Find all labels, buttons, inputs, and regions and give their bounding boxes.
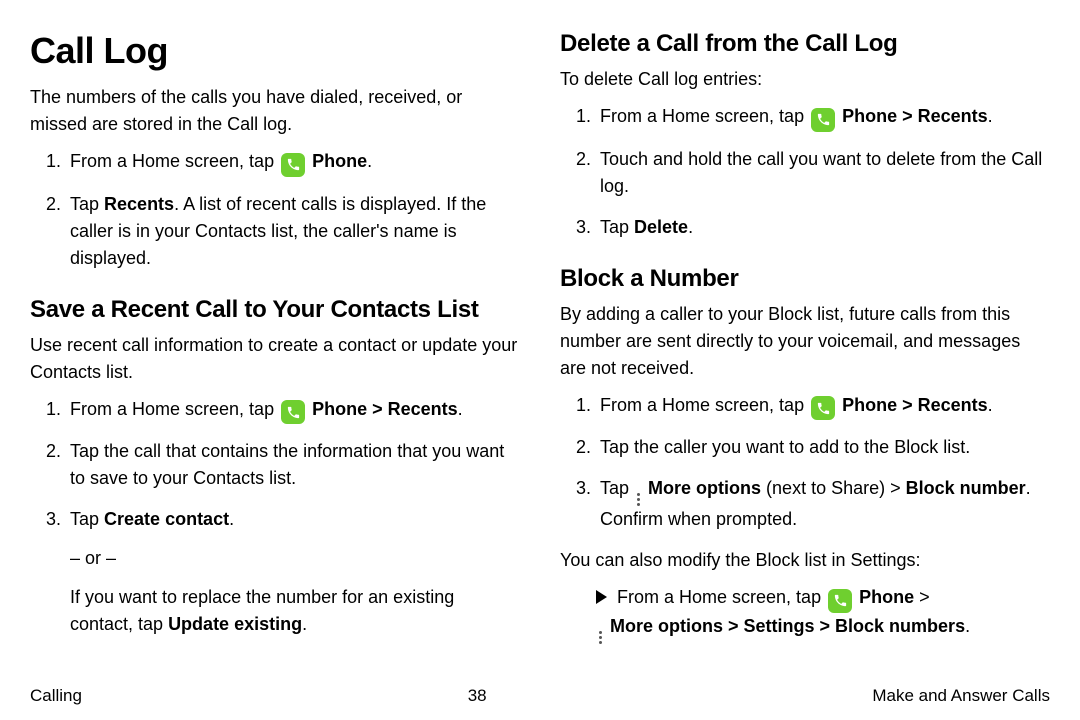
heading-block: Block a Number [560,265,1050,293]
more-options-icon [599,631,602,644]
step-1: From a Home screen, tap Phone. [66,148,520,177]
save-steps: From a Home screen, tap Phone > Recents.… [30,396,520,639]
alt-text: If you want to replace the number for an… [70,584,520,638]
or-text: – or – [70,545,520,572]
block-intro: By adding a caller to your Block list, f… [560,301,1050,382]
phone-icon [828,589,852,613]
del-step-3: Tap Delete. [596,214,1050,241]
phone-icon [281,153,305,177]
blk-step-3: Tap More options (next to Share) > Block… [596,475,1050,533]
left-column: Call Log The numbers of the calls you ha… [30,30,520,670]
del-step-2: Touch and hold the call you want to dele… [596,146,1050,200]
del-step-1: From a Home screen, tap Phone > Recents. [596,103,1050,132]
call-log-intro: The numbers of the calls you have dialed… [30,84,520,138]
step-2: Tap Recents. A list of recent calls is d… [66,191,520,272]
heading-delete: Delete a Call from the Call Log [560,30,1050,58]
save-step-1: From a Home screen, tap Phone > Recents. [66,396,520,425]
block-steps: From a Home screen, tap Phone > Recents.… [560,392,1050,534]
save-intro: Use recent call information to create a … [30,332,520,386]
footer-section: Calling [30,686,82,706]
save-step-3: Tap Create contact. – or – If you want t… [66,506,520,638]
phone-icon [281,400,305,424]
blk-step-2: Tap the caller you want to add to the Bl… [596,434,1050,461]
block-settings-path: From a Home screen, tap Phone > More opt… [560,584,1050,644]
triangle-bullet-icon [596,590,607,604]
footer-chapter: Make and Answer Calls [872,686,1050,706]
delete-steps: From a Home screen, tap Phone > Recents.… [560,103,1050,241]
heading-save-recent: Save a Recent Call to Your Contacts List [30,296,520,324]
blk-step-1: From a Home screen, tap Phone > Recents. [596,392,1050,421]
save-step-2: Tap the call that contains the informati… [66,438,520,492]
more-options-icon [637,493,640,506]
right-column: Delete a Call from the Call Log To delet… [560,30,1050,670]
page-content: Call Log The numbers of the calls you ha… [0,0,1080,680]
heading-call-log: Call Log [30,30,520,72]
phone-icon [811,108,835,132]
block-also: You can also modify the Block list in Se… [560,547,1050,574]
phone-icon [811,396,835,420]
footer: Calling 38 Make and Answer Calls [30,686,1050,706]
delete-intro: To delete Call log entries: [560,66,1050,93]
call-log-steps: From a Home screen, tap Phone. Tap Recen… [30,148,520,272]
footer-page-number: 38 [468,686,487,706]
